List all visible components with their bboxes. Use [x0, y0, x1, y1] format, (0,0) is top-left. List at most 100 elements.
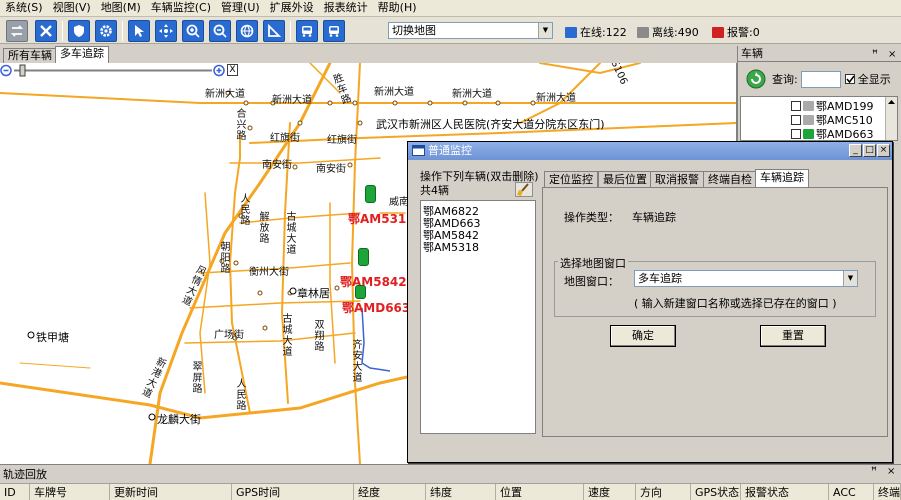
- tracked-vehicle-item[interactable]: 鄂AM5318: [423, 239, 479, 255]
- show-all-checkbox[interactable]: [844, 74, 855, 84]
- refresh-icon[interactable]: [746, 69, 766, 89]
- full-extent-button[interactable]: [236, 20, 258, 42]
- menu-reports[interactable]: 报表统计: [319, 0, 373, 16]
- street-label: 古城大道: [284, 211, 295, 255]
- menu-manage[interactable]: 管理(U): [216, 0, 265, 16]
- zoom-in-button[interactable]: [182, 20, 204, 42]
- poi-zhanglin[interactable]: 章林居: [297, 285, 330, 301]
- vehicle-label[interactable]: 鄂AM5318: [348, 210, 415, 227]
- refresh-button[interactable]: [6, 20, 28, 42]
- street-label: 合兴路: [234, 108, 245, 141]
- column-header[interactable]: ID: [0, 484, 30, 500]
- tab-all-vehicles[interactable]: 所有车辆: [3, 48, 57, 63]
- tab-vehicle-tracking[interactable]: 车辆追踪: [755, 169, 809, 187]
- menu-system[interactable]: 系统(S): [0, 0, 48, 16]
- street-label: 齐安大道: [350, 339, 361, 383]
- menu-bar: 系统(S) 视图(V) 地图(M) 车辆监控(C) 管理(U) 扩展外设 报表统…: [0, 0, 901, 17]
- pan-button[interactable]: [155, 20, 177, 42]
- vehicle-marker-icon[interactable]: [355, 285, 366, 299]
- vehicle-checkbox[interactable]: [791, 100, 801, 111]
- offline-icon: [637, 26, 649, 38]
- zoom-slider[interactable]: X: [0, 64, 240, 77]
- alarm-icon: [712, 26, 724, 38]
- poi-tiejia[interactable]: 铁甲塘: [36, 329, 69, 345]
- poi-marker-icon: [148, 413, 156, 421]
- toolbar-separator: [122, 21, 123, 41]
- vehicle-tree-item[interactable]: 鄂AMD199: [791, 99, 873, 113]
- column-header[interactable]: GPS状态: [691, 484, 741, 500]
- vehicle-checkbox[interactable]: [791, 128, 801, 139]
- monitor-dialog: 普通监控 _ □ × 操作下列车辆(双击删除) 共4辆 鄂AM6822 鄂AMD…: [407, 141, 893, 463]
- chevron-down-icon[interactable]: ▼: [843, 271, 857, 286]
- column-header[interactable]: 终端: [874, 484, 901, 500]
- reset-button[interactable]: 重置: [760, 325, 826, 347]
- tab-locate[interactable]: 定位监控: [544, 171, 598, 187]
- vehicle-tree-item[interactable]: 鄂AMD663: [791, 127, 873, 140]
- broom-icon[interactable]: [515, 182, 533, 197]
- column-header[interactable]: 速度: [584, 484, 636, 500]
- column-header[interactable]: 方向: [636, 484, 691, 500]
- tab-multi-track[interactable]: 多车追踪: [55, 46, 109, 63]
- street-label: 双翔路: [312, 319, 323, 352]
- chevron-down-icon[interactable]: ▼: [538, 23, 552, 38]
- maximize-button[interactable]: □: [863, 144, 876, 157]
- column-header[interactable]: ACC: [829, 484, 874, 500]
- menu-view[interactable]: 视图(V): [48, 0, 96, 16]
- map-switch-select[interactable]: 切换地图 ▼: [388, 22, 553, 39]
- vehicle-checkbox[interactable]: [791, 114, 801, 125]
- minimize-button[interactable]: _: [849, 144, 862, 157]
- poi-marker-icon: [27, 331, 35, 339]
- map-window-select[interactable]: 多车追踪 ▼: [634, 270, 858, 287]
- menu-peripherals[interactable]: 扩展外设: [265, 0, 319, 16]
- ruler-icon: [268, 23, 282, 37]
- menu-help[interactable]: 帮助(H): [373, 0, 422, 16]
- zoom-out-button[interactable]: [209, 20, 231, 42]
- vehicle-tree[interactable]: 鄂AMD199 鄂AMC510 鄂AMD663: [740, 96, 898, 141]
- vehicle-label[interactable]: 鄂AMD663: [342, 299, 410, 316]
- close-button[interactable]: ×: [877, 144, 890, 157]
- pin-icon[interactable]: ꟸ: [871, 466, 877, 477]
- column-header[interactable]: 车牌号: [30, 484, 110, 500]
- measure-button[interactable]: [263, 20, 285, 42]
- close-icon[interactable]: ×: [887, 466, 895, 477]
- vehicle-online-icon: [803, 128, 814, 139]
- vehicle-button[interactable]: [296, 20, 318, 42]
- settings-button[interactable]: [95, 20, 117, 42]
- close-map-button[interactable]: [35, 20, 57, 42]
- refresh-icon: [10, 25, 24, 37]
- column-header[interactable]: 更新时间: [110, 484, 232, 500]
- vehicle-tree-scrollbar[interactable]: [885, 97, 897, 140]
- vehicle-tree-item[interactable]: 鄂AMC510: [791, 113, 873, 127]
- bus-icon: [329, 26, 339, 37]
- zoom-close-button[interactable]: X: [227, 64, 238, 76]
- tab-self-check[interactable]: 终端自检: [703, 171, 757, 187]
- vehicle-label[interactable]: 鄂AM5842: [340, 273, 407, 290]
- shield-button[interactable]: [68, 20, 90, 42]
- ok-button[interactable]: 确定: [610, 325, 676, 347]
- alarm-count: 报警:0: [727, 26, 760, 39]
- dialog-title-bar[interactable]: 普通监控 _ □ ×: [408, 142, 892, 160]
- column-header[interactable]: 纬度: [426, 484, 496, 500]
- column-header[interactable]: GPS时间: [232, 484, 354, 500]
- street-label: 新洲大道: [374, 87, 414, 98]
- tab-last-position[interactable]: 最后位置: [598, 171, 652, 187]
- poi-longlin[interactable]: 龙麟大街: [157, 411, 201, 427]
- street-label: 新洲大道: [272, 95, 312, 106]
- close-icon[interactable]: ×: [888, 47, 896, 62]
- pointer-button[interactable]: [128, 20, 150, 42]
- tracked-vehicle-list[interactable]: 鄂AM6822 鄂AMD663 鄂AM5842 鄂AM5318: [420, 200, 536, 434]
- column-header[interactable]: 报警状态: [741, 484, 829, 500]
- pin-icon[interactable]: ꟸ: [872, 47, 878, 62]
- menu-vehicle-monitor[interactable]: 车辆监控(C): [146, 0, 216, 16]
- vehicle-marker-icon[interactable]: [365, 185, 376, 203]
- vehicle-track-button[interactable]: [323, 20, 345, 42]
- poi-hospital[interactable]: 武汉市新洲区人民医院(齐安大道分院东区东门): [376, 116, 605, 132]
- scroll-up-icon[interactable]: [886, 97, 897, 107]
- query-input[interactable]: [800, 70, 841, 88]
- column-header[interactable]: 位置: [496, 484, 584, 500]
- tab-cancel-alarm[interactable]: 取消报警: [650, 171, 704, 187]
- column-header[interactable]: 经度: [354, 484, 426, 500]
- menu-map[interactable]: 地图(M): [96, 0, 146, 16]
- vehicle-marker-icon[interactable]: [358, 248, 369, 266]
- op-type-label: 操作类型：: [564, 211, 619, 224]
